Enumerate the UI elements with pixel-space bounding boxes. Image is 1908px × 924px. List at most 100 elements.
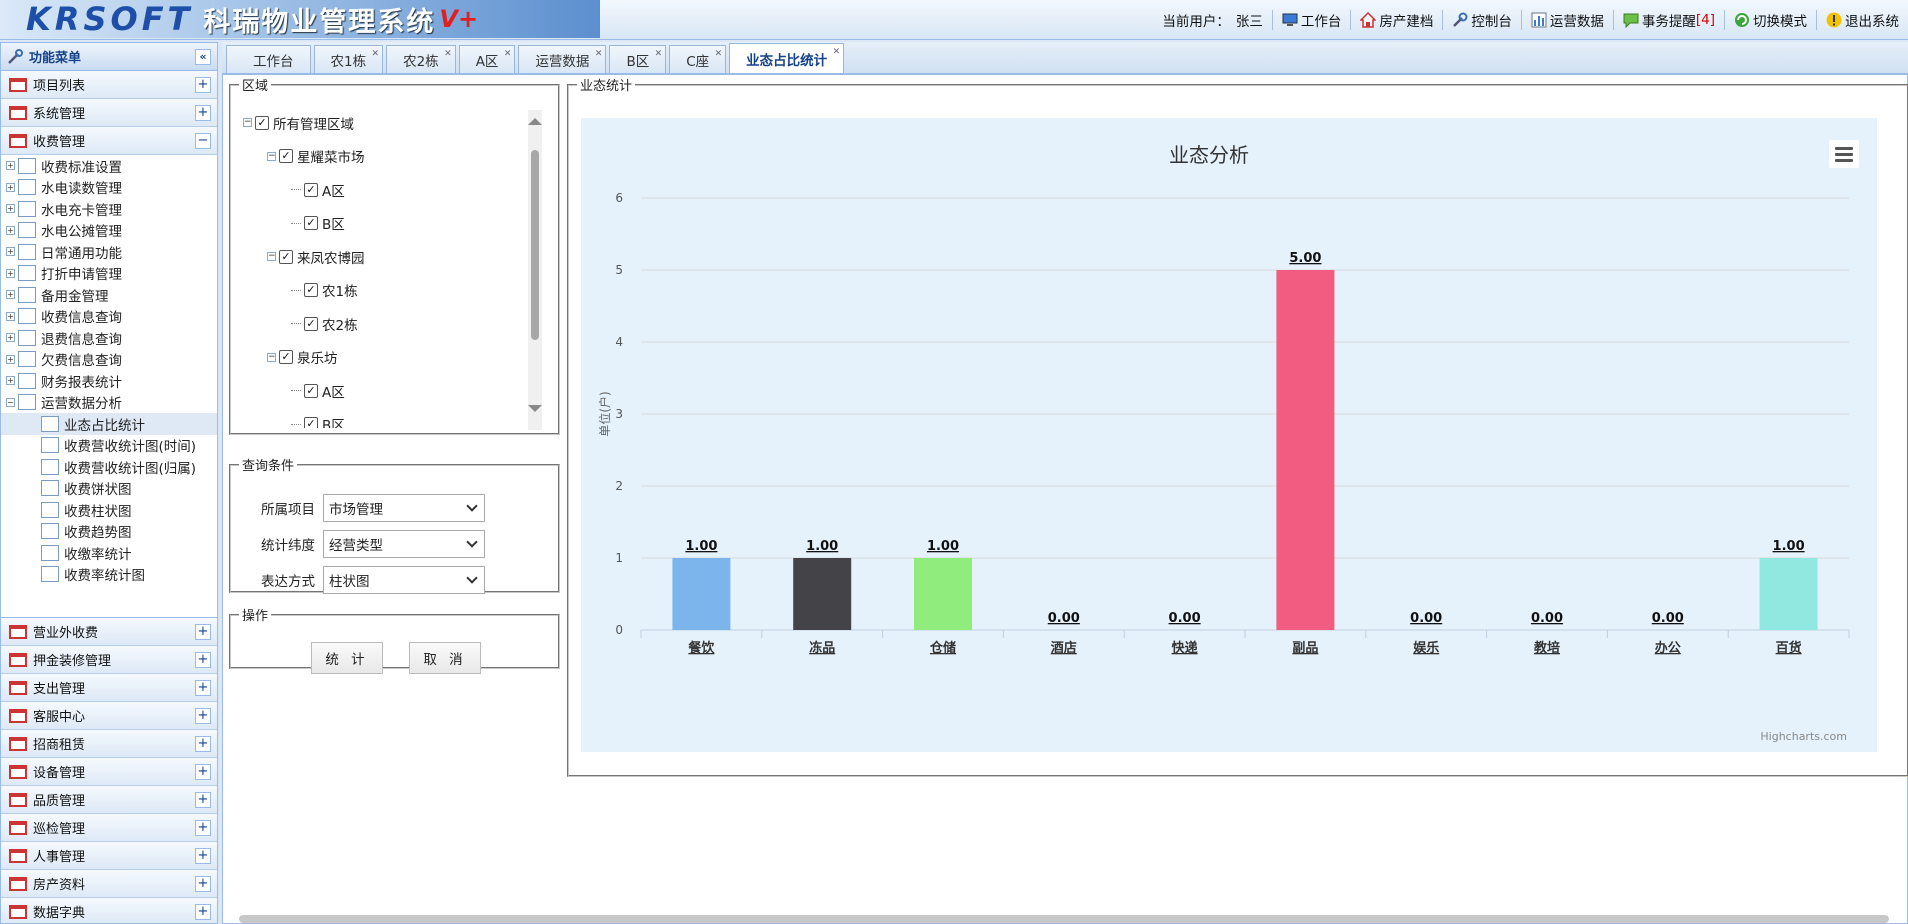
project-select[interactable]: 市场管理 [323,494,485,522]
tree-item[interactable]: + 水电充卡管理 [1,198,217,220]
expand-icon[interactable]: + [6,311,15,321]
sidebar-group[interactable]: 支出管理 + [1,674,217,702]
sidebar-group[interactable]: 人事管理 + [1,842,217,870]
region-node[interactable]: ✓ 农2栋 [243,307,533,341]
group-toggle-icon[interactable]: + [195,847,211,864]
checkbox[interactable]: ✓ [304,182,318,197]
group-toggle-icon[interactable]: + [195,763,211,780]
tree-subitem[interactable]: 收费柱状图 [1,499,217,521]
tab[interactable]: A区 ✕ [458,45,516,73]
sidebar-group[interactable]: 数据字典 + [1,898,217,923]
chart-menu-button[interactable] [1829,140,1859,168]
checkbox[interactable]: ✓ [304,417,318,428]
tree-subitem[interactable]: 业态占比统计 [1,413,217,435]
checkbox[interactable]: ✓ [304,216,318,231]
stat-button[interactable]: 统 计 [311,642,383,674]
region-node[interactable]: ✓ A区 [243,173,533,207]
tab[interactable]: 运营数据 ✕ [518,45,607,73]
tree-item[interactable]: + 水电读数管理 [1,177,217,199]
tab[interactable]: 工作台 [226,45,311,73]
toolbar-console-button[interactable]: 控制台 [1443,10,1522,30]
region-node[interactable]: ✓ A区 [243,374,533,408]
expand-icon[interactable]: + [6,354,15,364]
collapse-icon[interactable]: − [243,118,252,128]
region-node[interactable]: − ✓ 泉乐坊 [243,341,533,375]
group-toggle-icon[interactable]: + [195,679,211,696]
expand-icon[interactable]: + [6,376,15,386]
tree-subitem[interactable]: 收费营收统计图(时间) [1,435,217,457]
expand-icon[interactable]: + [6,225,15,235]
tree-subitem[interactable]: 收费率统计图 [1,564,217,586]
sidebar-group[interactable]: 系统管理 + [1,99,217,127]
expand-icon[interactable]: + [6,182,15,192]
checkbox[interactable]: ✓ [304,316,318,331]
group-toggle-icon[interactable]: + [195,735,211,752]
region-node[interactable]: − ✓ 星耀菜市场 [243,140,533,174]
group-toggle-icon[interactable]: + [195,76,211,93]
sidebar-group[interactable]: 营业外收费 + [1,618,217,646]
tree-item[interactable]: + 退费信息查询 [1,327,217,349]
sidebar-group[interactable]: 收费管理 − [1,127,217,155]
group-toggle-icon[interactable]: − [195,132,211,149]
collapse-icon[interactable]: − [267,352,276,362]
group-toggle-icon[interactable]: + [195,623,211,640]
close-icon[interactable]: ✕ [595,49,603,59]
sidebar-group[interactable]: 品质管理 + [1,786,217,814]
sidebar-collapse-button[interactable]: « [195,48,211,65]
collapse-icon[interactable]: − [6,397,15,407]
group-toggle-icon[interactable]: + [195,707,211,724]
close-icon[interactable]: ✕ [833,47,841,57]
tree-item[interactable]: + 收费信息查询 [1,306,217,328]
sidebar-group[interactable]: 房产资料 + [1,870,217,898]
checkbox[interactable]: ✓ [279,350,293,365]
tab[interactable]: 业态占比统计 ✕ [729,43,845,73]
group-toggle-icon[interactable]: + [195,791,211,808]
group-toggle-icon[interactable]: + [195,903,211,920]
tab[interactable]: B区 ✕ [609,45,667,73]
tab[interactable]: 农2栋 ✕ [386,45,456,73]
sidebar-group[interactable]: 设备管理 + [1,758,217,786]
cancel-button[interactable]: 取 消 [409,642,481,674]
tree-item[interactable]: + 欠费信息查询 [1,349,217,371]
group-toggle-icon[interactable]: + [195,819,211,836]
dimension-select[interactable]: 经营类型 [323,530,485,558]
tree-item[interactable]: − 运营数据分析 [1,392,217,414]
region-tree-scrollbar[interactable] [528,110,542,430]
sidebar-group[interactable]: 押金装修管理 + [1,646,217,674]
scroll-thumb[interactable] [531,150,539,340]
checkbox[interactable]: ✓ [279,149,293,164]
sidebar-group[interactable]: 招商租赁 + [1,730,217,758]
toolbar-logout-button[interactable]: 退出系统 [1817,10,1908,30]
expand-icon[interactable]: + [6,247,15,257]
region-node[interactable]: ✓ 农1栋 [243,274,533,308]
tree-item[interactable]: + 打折申请管理 [1,263,217,285]
tree-item[interactable]: + 财务报表统计 [1,370,217,392]
tree-item[interactable]: + 日常通用功能 [1,241,217,263]
display-select[interactable]: 柱状图 [323,566,485,594]
close-icon[interactable]: ✕ [655,49,663,59]
close-icon[interactable]: ✕ [715,49,723,59]
region-node[interactable]: − ✓ 来凤农博园 [243,240,533,274]
expand-icon[interactable]: + [6,290,15,300]
toolbar-reminder-button[interactable]: 事务提醒 [4] [1614,10,1725,30]
close-icon[interactable]: ✕ [504,49,512,59]
checkbox[interactable]: ✓ [255,115,269,130]
scroll-up-arrow-icon[interactable] [528,118,542,125]
tree-item[interactable]: + 备用金管理 [1,284,217,306]
close-icon[interactable]: ✕ [372,49,380,59]
toolbar-switch-mode-button[interactable]: 切换模式 [1725,10,1817,30]
group-toggle-icon[interactable]: + [195,875,211,892]
toolbar-operations-button[interactable]: 运营数据 [1522,10,1614,30]
expand-icon[interactable]: + [6,268,15,278]
checkbox[interactable]: ✓ [279,249,293,264]
region-node[interactable]: − ✓ 所有管理区域 [243,106,533,140]
sidebar-group[interactable]: 客服中心 + [1,702,217,730]
region-node[interactable]: ✓ B区 [243,408,533,428]
toolbar-workbench-button[interactable]: 工作台 [1273,10,1352,30]
expand-icon[interactable]: + [6,161,15,171]
collapse-icon[interactable]: − [267,252,276,262]
close-icon[interactable]: ✕ [444,49,452,59]
tree-item[interactable]: + 水电公摊管理 [1,220,217,242]
tree-subitem[interactable]: 收缴率统计 [1,542,217,564]
tab[interactable]: 农1栋 ✕ [313,45,384,73]
